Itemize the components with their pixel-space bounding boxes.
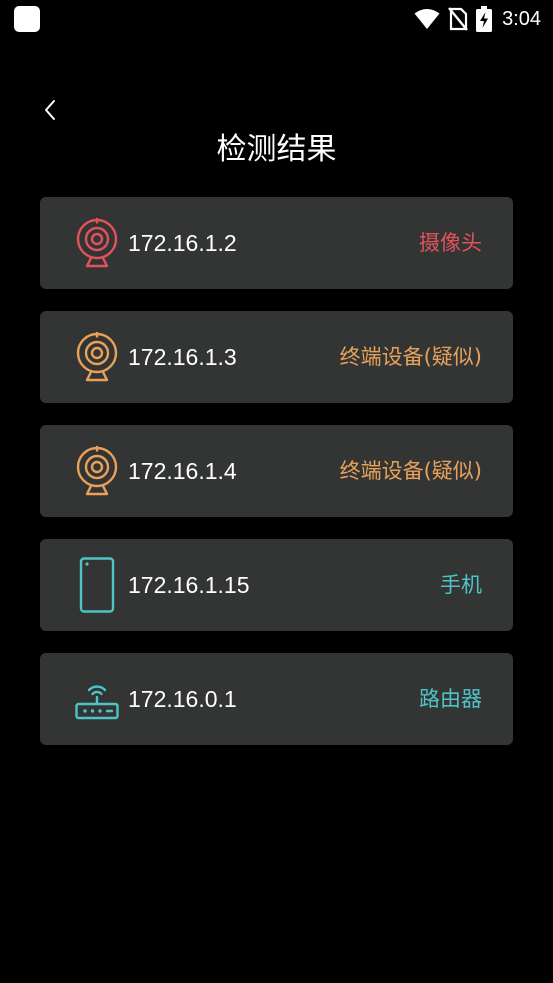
battery-charging-icon — [476, 6, 493, 32]
webcam-icon — [72, 443, 122, 499]
phone-icon — [72, 557, 122, 613]
device-type: 终端设备(疑似) — [339, 459, 482, 483]
device-type: 终端设备(疑似) — [339, 345, 482, 369]
status-time: 3:04 — [502, 7, 541, 30]
wifi-icon — [414, 9, 440, 29]
status-indicators: 3:04 — [414, 4, 541, 34]
device-type: 手机 — [440, 573, 482, 597]
device-type: 路由器 — [419, 687, 482, 711]
device-ip: 172.16.0.1 — [128, 686, 237, 712]
device-card[interactable]: 172.16.0.1 路由器 — [40, 653, 513, 745]
device-list: 172.16.1.2 摄像头 172.16.1.3 终端设备(疑似) 172.1… — [40, 197, 513, 767]
chevron-left-icon — [45, 100, 55, 120]
device-card[interactable]: 172.16.1.2 摄像头 — [40, 197, 513, 289]
router-icon — [72, 671, 122, 727]
app-notification-icon — [14, 6, 40, 32]
back-button[interactable] — [34, 92, 66, 128]
device-ip: 172.16.1.15 — [128, 572, 250, 598]
device-card[interactable]: 172.16.1.3 终端设备(疑似) — [40, 311, 513, 403]
device-type: 摄像头 — [419, 231, 482, 255]
webcam-icon — [72, 329, 122, 385]
device-ip: 172.16.1.3 — [128, 344, 237, 370]
webcam-icon — [72, 215, 122, 271]
device-ip: 172.16.1.4 — [128, 458, 237, 484]
no-sim-icon — [448, 7, 468, 31]
device-ip: 172.16.1.2 — [128, 230, 237, 256]
device-card[interactable]: 172.16.1.15 手机 — [40, 539, 513, 631]
device-card[interactable]: 172.16.1.4 终端设备(疑似) — [40, 425, 513, 517]
page-title: 检测结果 — [216, 132, 337, 167]
status-bar: 3:04 — [0, 0, 553, 40]
